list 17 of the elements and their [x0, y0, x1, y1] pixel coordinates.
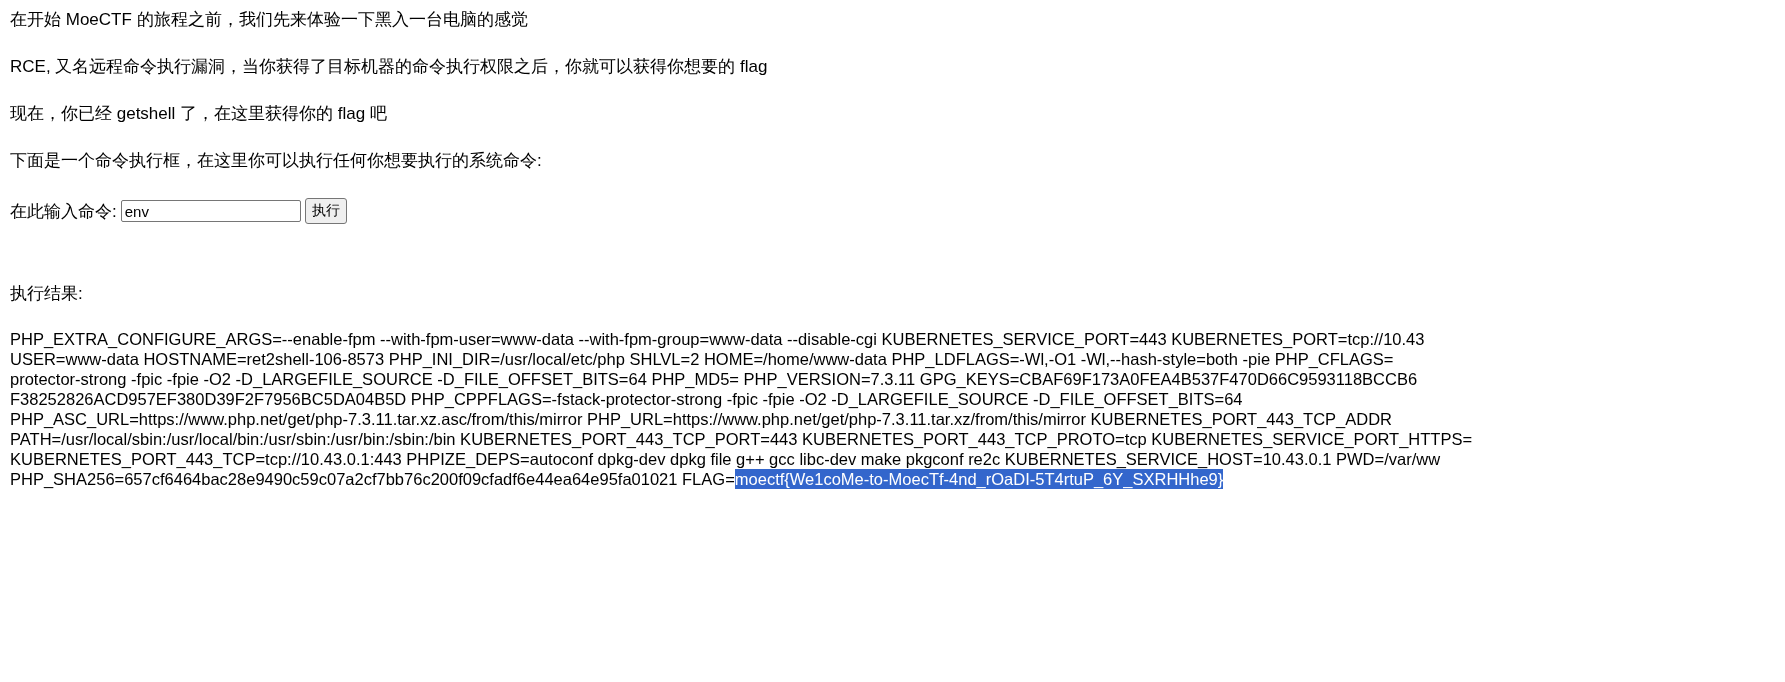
output-line: PHP_EXTRA_CONFIGURE_ARGS=--enable-fpm --with-fpm-user=www-data --with-fpm-group=www-data --disable-cgi KUBERNETES_SERVICE_PORT=443 KUBERNETES_PORT=tcp://10.43 — [10, 329, 1426, 349]
intro-text: 现在，你已经 getshell 了，在这里获得你的 flag 吧 — [10, 104, 388, 124]
command-label: 在此输入命令: — [10, 200, 117, 223]
command-input[interactable]: env — [120, 200, 301, 222]
execute-button[interactable]: 执行 — [304, 198, 347, 224]
output-line: KUBERNETES_PORT_443_TCP=tcp://10.43.0.1:443 PHPIZE_DEPS=autoconf dpkg-dev dpkg file g++ gcc libc-dev make pkgconf re2c KUBERNETES_SERVICE_HOST=10.43.0.1 PWD=/var/ww — [10, 449, 1442, 469]
output-line: F38252826ACD957EF380D39F2F7956BC5DA04B5D PHP_CPPFLAGS=-fstack-protector-strong -fpic -fpie -O2 -D_LARGEFILE_SOURCE -D_FILE_OFFSET_BITS=64 — [10, 389, 1244, 409]
output-line: PATH=/usr/local/sbin:/usr/local/bin:/usr/sbin:/usr/bin:/sbin:/bin KUBERNETES_PORT_443_TCP_PORT=443 KUBERNETES_PORT_443_TCP_PROTO=tcp KUBERNETES_SERVICE_PORT_HTTPS= — [10, 429, 1474, 449]
flag-text: moectf{We1coMe-to-MoecTf-4nd_rOaDI-5T4rtuP_6Y_SXRHHhe9} — [734, 469, 1224, 489]
intro-text: RCE, 又名远程命令执行漏洞，当你获得了目标机器的命令执行权限之后，你就可以获得你想要的 flag — [10, 57, 769, 77]
output-line: protector-strong -fpic -fpie -O2 -D_LARGEFILE_SOURCE -D_FILE_OFFSET_BITS=64 PHP_MD5= PHP_VERSION=7.3.11 GPG_KEYS=CBAF69F173A0FEA4B537F470D66C9593118BCCB6 — [10, 369, 1419, 389]
output-line: PHP_ASC_URL=https://www.php.net/get/php-7.3.11.tar.xz.asc/from/this/mirror PHP_URL=https://www.php.net/get/php-7.3.11.tar.xz/from/this/mirror KUBERNETES_PORT_443_TCP_ADDR — [10, 409, 1393, 429]
intro-text: 下面是一个命令执行框，在这里你可以执行任何你想要执行的系统命令: — [10, 151, 543, 171]
output-line: PHP_SHA256=657cf6464bac28e9490c59c07a2cf7bb76c200f09cfadf6e44ea64e95fa01021 FLAG= — [10, 469, 735, 489]
output-line: USER=www-data HOSTNAME=ret2shell-106-8573 PHP_INI_DIR=/usr/local/etc/php SHLVL=2 HOME=/home/www-data PHP_LDFLAGS=-Wl,-O1 -Wl,--hash-style=both -pie PHP_CFLAGS= — [10, 349, 1395, 369]
intro-text: 在开始 MoeCTF 的旅程之前，我们先来体验一下黑入一台电脑的感觉 — [10, 10, 529, 30]
result-label: 执行结果: — [10, 283, 84, 305]
